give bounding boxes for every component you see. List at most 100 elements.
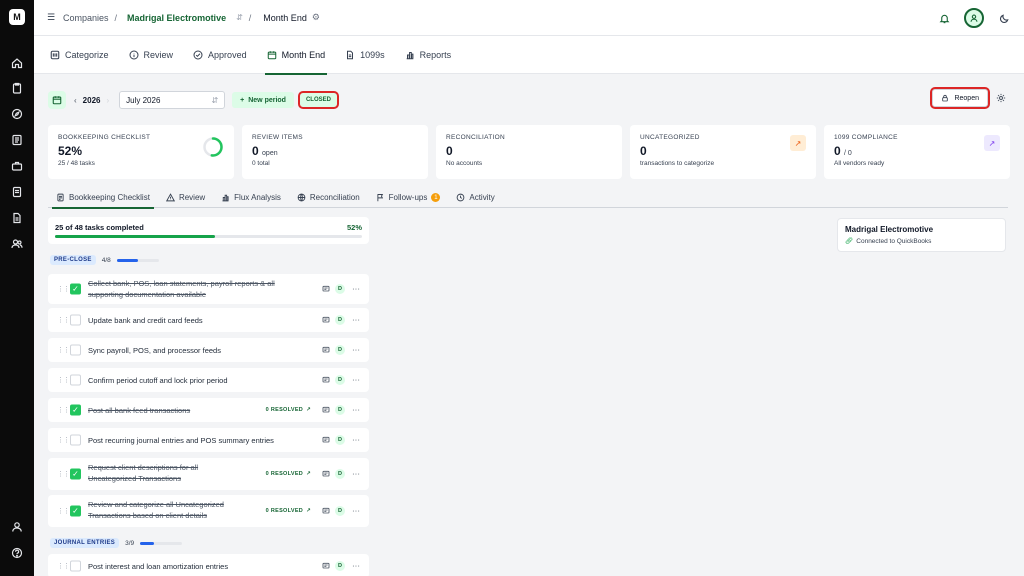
reopen-button[interactable]: Reopen	[930, 87, 990, 109]
more-options-icon[interactable]: ···	[352, 470, 360, 479]
assignee-avatar[interactable]: D	[335, 506, 345, 516]
clipboard-icon[interactable]	[10, 81, 24, 95]
external-link-icon[interactable]: ↗	[984, 135, 1000, 151]
task-checkbox[interactable]: ✓	[70, 468, 81, 480]
breadcrumb-companies[interactable]: Companies	[63, 13, 109, 23]
comment-icon[interactable]	[322, 285, 330, 293]
card-bookkeeping-checklist[interactable]: BOOKKEEPING CHECKLIST 52% 25 / 48 tasks	[48, 125, 234, 179]
compass-icon[interactable]	[10, 107, 24, 121]
drag-handle-icon[interactable]: ⋮⋮	[57, 562, 70, 570]
settings-small-icon[interactable]: ⚙	[312, 12, 320, 23]
new-period-button[interactable]: + New period	[232, 92, 294, 108]
task-row[interactable]: ⋮⋮ Update bank and credit card feeds D ···	[48, 308, 369, 332]
task-checkbox[interactable]: ✓	[70, 283, 81, 295]
drag-handle-icon[interactable]: ⋮⋮	[57, 316, 70, 324]
subtab-reconciliation[interactable]: Reconciliation	[289, 188, 368, 208]
subtab-bookkeeping-checklist[interactable]: Bookkeeping Checklist	[48, 188, 158, 209]
task-row[interactable]: ⋮⋮ ✓ Post all bank feed transactions 0 RESO…	[48, 398, 369, 422]
drag-handle-icon[interactable]: ⋮⋮	[57, 376, 70, 384]
more-options-icon[interactable]: ···	[352, 346, 360, 355]
comment-icon[interactable]	[322, 562, 330, 570]
section-header-journal-entries[interactable]: JOURNAL ENTRIES 3/9	[50, 538, 183, 548]
help-icon[interactable]	[10, 546, 24, 560]
external-link-icon[interactable]: ↗	[790, 135, 806, 151]
task-checkbox[interactable]	[70, 560, 81, 572]
drag-handle-icon[interactable]: ⋮⋮	[57, 507, 70, 515]
more-options-icon[interactable]: ···	[352, 376, 360, 385]
app-logo[interactable]: M	[9, 9, 25, 25]
more-options-icon[interactable]: ···	[352, 285, 360, 294]
comment-icon[interactable]	[322, 376, 330, 384]
comment-icon[interactable]	[322, 406, 330, 414]
task-checkbox[interactable]	[70, 344, 81, 356]
users-icon[interactable]	[10, 237, 24, 251]
comment-icon[interactable]	[322, 436, 330, 444]
breadcrumb-company[interactable]: Madrigal Electromotive	[127, 13, 226, 23]
assignee-avatar[interactable]: D	[335, 345, 345, 355]
assignee-avatar[interactable]: D	[335, 435, 345, 445]
section-header-pre-close[interactable]: PRE-CLOSE 4/8	[50, 255, 159, 265]
profile-icon[interactable]	[10, 520, 24, 534]
tab-categorize[interactable]: Categorize	[40, 36, 119, 74]
subtab-follow-ups[interactable]: Follow-ups 1	[368, 188, 449, 208]
gear-icon[interactable]	[996, 93, 1006, 103]
task-row[interactable]: ⋮⋮ Post recurring journal entries and POS…	[48, 428, 369, 452]
tab-month-end[interactable]: Month End	[257, 36, 336, 75]
document-icon[interactable]	[10, 185, 24, 199]
drag-handle-icon[interactable]: ⋮⋮	[57, 406, 70, 414]
chevron-right-icon[interactable]: ›	[106, 96, 109, 105]
comment-icon[interactable]	[322, 507, 330, 515]
assignee-avatar[interactable]: D	[335, 469, 345, 479]
assignee-avatar[interactable]: D	[335, 315, 345, 325]
calendar-icon[interactable]	[48, 91, 66, 109]
card-uncategorized[interactable]: UNCATEGORIZED 0 transactions to categori…	[630, 125, 816, 179]
resolved-link[interactable]: 0 RESOLVED ↗	[266, 471, 311, 477]
comment-icon[interactable]	[322, 470, 330, 478]
task-checkbox[interactable]	[70, 374, 81, 386]
home-icon[interactable]	[10, 56, 24, 70]
assignee-avatar[interactable]: D	[335, 375, 345, 385]
task-row[interactable]: ⋮⋮ Post interest and loan amortization en…	[48, 554, 369, 576]
assignee-avatar[interactable]: D	[335, 284, 345, 294]
task-row[interactable]: ⋮⋮ Sync payroll, POS, and processor feeds…	[48, 338, 369, 362]
briefcase-icon[interactable]	[10, 159, 24, 173]
company-switch-icon[interactable]: ⇵	[236, 13, 243, 22]
more-options-icon[interactable]: ···	[352, 316, 360, 325]
task-checkbox[interactable]	[70, 314, 81, 326]
drag-handle-icon[interactable]: ⋮⋮	[57, 346, 70, 354]
moon-icon[interactable]	[994, 8, 1014, 28]
assignee-avatar[interactable]: D	[335, 561, 345, 571]
tab-reports[interactable]: Reports	[395, 36, 462, 74]
task-row[interactable]: ⋮⋮ ✓ Review and categorize all Uncategoriz…	[48, 495, 369, 527]
user-avatar[interactable]	[964, 8, 984, 28]
subtab-flux-analysis[interactable]: Flux Analysis	[213, 188, 289, 208]
drag-handle-icon[interactable]: ⋮⋮	[57, 436, 70, 444]
drag-handle-icon[interactable]: ⋮⋮	[57, 470, 70, 478]
task-row[interactable]: ⋮⋮ ✓ Collect bank, POS, loan statements, p…	[48, 274, 369, 304]
card-review-items[interactable]: REVIEW ITEMS 0 open 0 total	[242, 125, 428, 179]
task-checkbox[interactable]: ✓	[70, 505, 81, 517]
task-checkbox[interactable]	[70, 434, 81, 446]
card-reconciliation[interactable]: RECONCILIATION 0 No accounts	[436, 125, 622, 179]
ledger-icon[interactable]	[10, 133, 24, 147]
task-row[interactable]: ⋮⋮ ✓ Request client descriptions for all Un…	[48, 458, 369, 490]
tab-1099s[interactable]: 1099s	[335, 36, 395, 74]
bell-icon[interactable]	[934, 8, 954, 28]
menu-icon[interactable]: ☰	[47, 12, 57, 23]
more-options-icon[interactable]: ···	[352, 406, 360, 415]
drag-handle-icon[interactable]: ⋮⋮	[57, 285, 70, 293]
task-checkbox[interactable]: ✓	[70, 404, 81, 416]
tab-approved[interactable]: Approved	[183, 36, 257, 74]
month-select[interactable]: July 2026 ⇵	[119, 91, 226, 109]
resolved-link[interactable]: 0 RESOLVED ↗	[266, 508, 311, 514]
comment-icon[interactable]	[322, 346, 330, 354]
resolved-link[interactable]: 0 RESOLVED ↗	[266, 407, 311, 413]
task-row[interactable]: ⋮⋮ Confirm period cutoff and lock prior p…	[48, 368, 369, 392]
more-options-icon[interactable]: ···	[352, 562, 360, 571]
tab-review[interactable]: Review	[119, 36, 184, 74]
card-1099-compliance[interactable]: 1099 COMPLIANCE 0 / 0 All vendors ready …	[824, 125, 1010, 179]
chevron-left-icon[interactable]: ‹	[74, 96, 77, 105]
assignee-avatar[interactable]: D	[335, 405, 345, 415]
report-icon[interactable]	[10, 211, 24, 225]
more-options-icon[interactable]: ···	[352, 436, 360, 445]
